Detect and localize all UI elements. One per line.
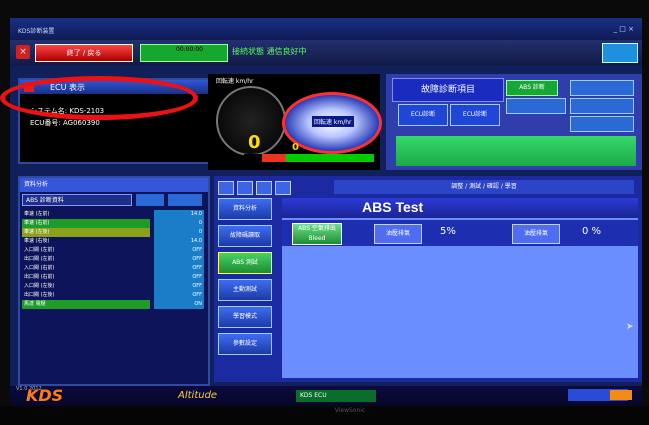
- list-item[interactable]: 入口閥 (左後) OFF: [22, 282, 206, 291]
- data-list-header: 資料分析: [20, 178, 208, 192]
- list-item-label: 出口閥 (左前): [24, 256, 55, 262]
- diagnosis-option-3[interactable]: [570, 98, 634, 114]
- list-item-label: 入口閥 (左前): [24, 247, 55, 253]
- exit-button[interactable]: 終了 / 戻る: [35, 44, 133, 62]
- data-list-panel: 資料分析 ABS 診断資料 車速 (左前) 14.0 車速 (右前) 0 車速 (左後)…: [18, 176, 210, 386]
- rpm-value: 0: [248, 132, 261, 153]
- window-controls[interactable]: _ □ ×: [614, 25, 634, 33]
- side-button[interactable]: 資料分析: [218, 198, 272, 220]
- nav-prev-icon[interactable]: [237, 181, 253, 195]
- list-item[interactable]: 出口閥 (右前) OFF: [22, 273, 206, 282]
- main-title: 調整 / 測試 / 確認 / 學習: [334, 180, 634, 194]
- kds-logo: KDS: [26, 386, 64, 405]
- diagnosis-button-2[interactable]: ECU診断: [450, 104, 500, 126]
- left-percent: 5%: [440, 226, 456, 237]
- abs-title: ABS Test: [362, 199, 424, 215]
- gauge-area: 回転速 km/hr 0 回転速 km/hr 0: [208, 74, 382, 170]
- side-buttons: 資料分析故障碼讀取 ABS 測試 主動測試學習模式參數設定: [218, 198, 276, 360]
- diagnosis-option-1[interactable]: [506, 98, 566, 114]
- abs-diagnosis-button[interactable]: ABS 診断: [506, 80, 558, 96]
- list-item-label: 入口閥 (左後): [24, 283, 55, 289]
- side-button[interactable]: 故障碼讀取: [218, 225, 272, 247]
- diagnosis-button-1[interactable]: ECU診断: [398, 104, 448, 126]
- list-item[interactable]: 車速 (右後) 14.0: [22, 237, 206, 246]
- list-item-label: 車速 (左後): [22, 228, 150, 237]
- side-button[interactable]: 參數設定: [218, 333, 272, 355]
- mouse-cursor-icon: ➤: [626, 322, 634, 332]
- title-bar: KDS診断装置 _ □ ×: [10, 18, 642, 40]
- main-area: 調整 / 測試 / 確認 / 學習 資料分析故障碼讀取 ABS 測試 主動測試學習模…: [214, 176, 642, 382]
- list-item[interactable]: 出口閥 (左後) OFF: [22, 291, 206, 300]
- nav-next-icon[interactable]: [256, 181, 272, 195]
- list-item-value: OFF: [154, 264, 204, 273]
- list-item-label: 車速 (左前): [24, 211, 50, 217]
- nav-arrows: [218, 180, 298, 195]
- diagnosis-title: 故障診断項目: [392, 78, 504, 102]
- list-item-label: 車速 (右前): [22, 219, 150, 228]
- side-button[interactable]: 主動測試: [218, 279, 272, 301]
- diagnosis-option-4[interactable]: [570, 116, 634, 132]
- monitor-brand: ViewSonic: [334, 407, 366, 414]
- abs-control-row: ABS 空氣排出 Bleed 油壓排氣 5% 油壓排氣 0 %: [282, 220, 638, 246]
- list-item-value: OFF: [154, 282, 204, 291]
- close-icon[interactable]: ×: [16, 45, 30, 59]
- list-item[interactable]: 入口閥 (右前) OFF: [22, 264, 206, 273]
- data-list-rows: 車速 (左前) 14.0 車速 (右前) 0 車速 (左後) 0 車速 (右後) 14.0 入口…: [22, 210, 206, 309]
- list-item-label: 馬達 電壓: [22, 300, 150, 309]
- list-item[interactable]: 車速 (右前) 0: [22, 219, 206, 228]
- list-item[interactable]: 入口閥 (左前) OFF: [22, 246, 206, 255]
- list-button-1[interactable]: [136, 194, 164, 206]
- connection-status: 接続状態 通信良好中: [232, 47, 307, 56]
- list-item-value: 0: [154, 228, 204, 237]
- abs-header: ABS Test: [282, 198, 638, 218]
- diagnosis-option-2[interactable]: [570, 80, 634, 96]
- list-item-value: ON: [154, 300, 204, 309]
- list-item-value: 14.0: [154, 237, 204, 246]
- list-item-label: 入口閥 (右前): [24, 265, 55, 271]
- clock-text: 00:00:00: [176, 46, 203, 53]
- list-item-label: 出口閥 (左後): [24, 292, 55, 298]
- nav-first-icon[interactable]: [218, 181, 234, 195]
- window-title: KDS診断装置: [18, 28, 55, 35]
- diagnosis-panel: 故障診断項目 ECU診断 ECU診断 ABS 診断: [386, 74, 642, 170]
- diagnosis-progress-bar: [396, 136, 636, 166]
- abs-test-box: ABS Test ABS 空氣排出 Bleed 油壓排氣 5% 油壓排氣 0 %…: [282, 198, 638, 378]
- rpm-label: 回転速 km/hr: [216, 78, 254, 85]
- side-button[interactable]: 學習模式: [218, 306, 272, 328]
- annotation-highlight: [0, 76, 198, 120]
- list-item-value: OFF: [154, 291, 204, 300]
- status-indicator: [610, 390, 632, 400]
- side-button[interactable]: ABS 測試: [218, 252, 272, 274]
- list-item[interactable]: 車速 (左後) 0: [22, 228, 206, 237]
- list-item-label: 出口閥 (右前): [24, 274, 55, 280]
- list-button-2[interactable]: [168, 194, 202, 206]
- bleed-button[interactable]: ABS 空氣排出 Bleed: [292, 223, 342, 245]
- data-category-select[interactable]: ABS 診断資料: [22, 194, 132, 206]
- list-item-value: OFF: [154, 246, 204, 255]
- list-item-value: 14.0: [154, 210, 204, 219]
- list-item[interactable]: 出口閥 (左前) OFF: [22, 255, 206, 264]
- altitude-logo: Altitude: [178, 390, 218, 401]
- list-item-value: OFF: [154, 255, 204, 264]
- status-bar: V1.0 2012 KDS Altitude KDS ECU: [10, 386, 642, 406]
- list-item-value: OFF: [154, 273, 204, 282]
- toolbar-right-button[interactable]: [602, 43, 638, 63]
- list-item[interactable]: 馬達 電壓 ON: [22, 300, 206, 309]
- toolbar: × 終了 / 戻る 00:00:00 接続状態 通信良好中: [10, 40, 642, 66]
- ecu-status: KDS ECU: [296, 390, 376, 402]
- speed-value: 0: [292, 142, 299, 153]
- nav-last-icon[interactable]: [275, 181, 291, 195]
- gauge-bar: [244, 154, 374, 162]
- left-hydraulic-label: 油壓排氣: [374, 224, 422, 244]
- list-item-value: 0: [154, 219, 204, 228]
- speed-label: 回転速 km/hr: [312, 116, 354, 127]
- right-hydraulic-label: 油壓排氣: [512, 224, 560, 244]
- right-percent: 0 %: [582, 226, 602, 237]
- list-item-label: 車速 (右後): [24, 238, 50, 244]
- list-item[interactable]: 車速 (左前) 14.0: [22, 210, 206, 219]
